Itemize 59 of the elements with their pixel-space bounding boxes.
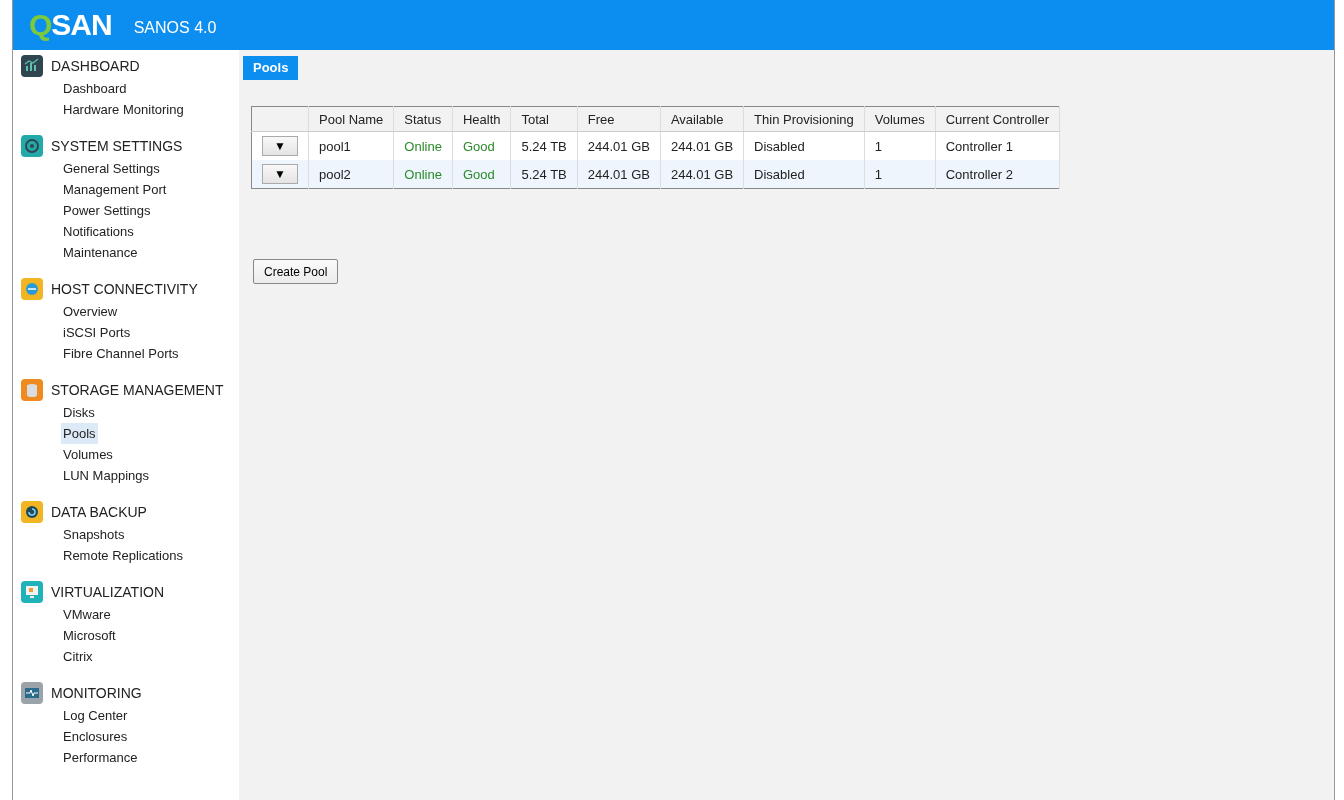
sidebar-item[interactable]: Dashboard (61, 78, 129, 99)
section-title: HOST CONNECTIVITY (51, 281, 198, 297)
section-icon (21, 581, 43, 603)
row-menu-button[interactable]: ▼ (262, 136, 298, 156)
table-cell: 1 (864, 160, 936, 189)
sidebar-item[interactable]: General Settings (61, 158, 162, 179)
sidebar-item[interactable]: Management Port (61, 179, 169, 200)
sidebar-item[interactable]: Maintenance (61, 242, 140, 263)
sidebar-item[interactable]: Snapshots (61, 524, 127, 545)
table-cell: 5.24 TB (510, 160, 578, 189)
table-cell: Good (452, 160, 511, 189)
table-cell: Controller 2 (935, 160, 1060, 189)
sidebar-item[interactable]: iSCSI Ports (61, 322, 133, 343)
section-icon (21, 379, 43, 401)
column-header: Pool Name (308, 106, 394, 132)
table-cell: 244.01 GB (577, 160, 661, 189)
section-title: DATA BACKUP (51, 504, 147, 520)
sidebar-item[interactable]: Log Center (61, 705, 130, 726)
product-name: SANOS 4.0 (133, 19, 217, 37)
logo: QSAN (29, 8, 112, 42)
column-header: Total (510, 106, 578, 132)
sidebar-item[interactable]: Remote Replications (61, 545, 185, 566)
sidebar-item[interactable]: Disks (61, 402, 97, 423)
sidebar-item[interactable]: Pools (61, 423, 98, 444)
sidebar-item[interactable]: Enclosures (61, 726, 130, 747)
create-pool-button[interactable]: Create Pool (253, 259, 339, 284)
section-title: MONITORING (51, 685, 142, 701)
column-header: Volumes (864, 106, 936, 132)
sidebar-item[interactable]: Hardware Monitoring (61, 99, 186, 120)
section-title: VIRTUALIZATION (51, 584, 165, 600)
column-header: Available (660, 106, 744, 132)
column-header: Health (452, 106, 511, 132)
sidebar-item[interactable]: Performance (61, 747, 140, 768)
column-header: Current Controller (935, 106, 1060, 132)
sidebar-item[interactable]: Volumes (61, 444, 115, 465)
sidebar-item[interactable]: Microsoft (61, 625, 118, 646)
section-title: SYSTEM SETTINGS (51, 138, 183, 154)
table-cell: Online (393, 160, 453, 189)
sidebar-item[interactable]: Citrix (61, 646, 95, 667)
column-header: Thin Provisioning (743, 106, 865, 132)
sidebar-item[interactable]: Power Settings (61, 200, 153, 221)
table-cell: Disabled (743, 160, 865, 189)
sidebar-item[interactable]: Notifications (61, 221, 136, 242)
sidebar-item[interactable]: Overview (61, 301, 120, 322)
section-icon (21, 501, 43, 523)
sidebar-item[interactable]: LUN Mappings (61, 465, 151, 486)
column-header: Free (577, 106, 661, 132)
section-icon (21, 135, 43, 157)
sidebar-item[interactable]: Fibre Channel Ports (61, 343, 181, 364)
section-icon (21, 278, 43, 300)
sidebar-item[interactable]: VMware (61, 604, 113, 625)
section-title: STORAGE MANAGEMENT (51, 382, 224, 398)
table-cell: 244.01 GB (660, 160, 744, 189)
column-header: Status (393, 106, 453, 132)
row-menu-button[interactable]: ▼ (262, 164, 298, 184)
table-cell: pool2 (308, 160, 394, 189)
section-icon (21, 682, 43, 704)
section-title: DASHBOARD (51, 58, 140, 74)
section-icon (21, 55, 43, 77)
